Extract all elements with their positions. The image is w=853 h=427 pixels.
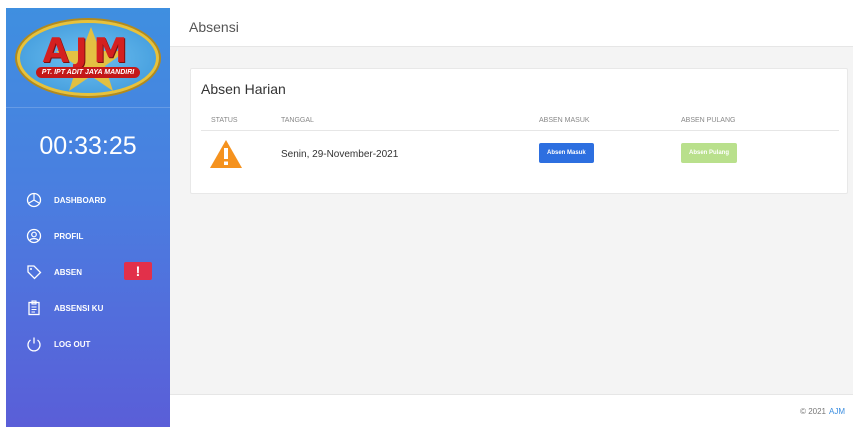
- page-title: Absensi: [189, 19, 239, 35]
- table-header: STATUS TANGGAL ABSEN MASUK ABSEN PULANG: [201, 117, 839, 131]
- clipboard-icon: [26, 300, 42, 316]
- sidebar-item-label: PROFIL: [54, 231, 84, 241]
- attendance-date: Senin, 29-November-2021: [281, 149, 399, 160]
- sidebar-item-absensi-ku[interactable]: ABSENSI KU: [6, 290, 170, 326]
- user-circle-icon: [26, 228, 42, 244]
- sidebar-item-label: LOG OUT: [54, 339, 91, 349]
- sidebar-menu: DASHBOARD PROFIL ABSEN ! ABSENSI KU LOG …: [6, 182, 170, 362]
- power-icon: [26, 336, 42, 352]
- content-area: Absen Harian STATUS TANGGAL ABSEN MASUK …: [170, 47, 853, 394]
- company-logo[interactable]: AJM PT. IPT ADIT JAYA MANDIRI: [17, 19, 159, 96]
- sidebar-item-dashboard[interactable]: DASHBOARD: [6, 182, 170, 218]
- sidebar-item-log-out[interactable]: LOG OUT: [6, 326, 170, 362]
- table-row: Senin, 29-November-2021 Absen Masuk Abse…: [201, 135, 839, 175]
- sidebar-item-profil[interactable]: PROFIL: [6, 218, 170, 254]
- footer: © 2021 AJM: [170, 394, 853, 427]
- column-header-absen-pulang: ABSEN PULANG: [681, 117, 736, 124]
- column-header-tanggal: TANGGAL: [281, 117, 314, 124]
- logo-tagline: PT. IPT ADIT JAYA MANDIRI: [35, 67, 141, 78]
- column-header-absen-masuk: ABSEN MASUK: [539, 117, 590, 124]
- warning-triangle-icon: [209, 139, 243, 174]
- dashboard-gauge-icon: [26, 192, 42, 208]
- logo-letters: AJM: [42, 31, 134, 71]
- top-bar: Absensi: [170, 8, 853, 47]
- sidebar-item-label: ABSENSI KU: [54, 303, 104, 313]
- attendance-card: Absen Harian STATUS TANGGAL ABSEN MASUK …: [190, 68, 848, 194]
- column-header-status: STATUS: [211, 117, 238, 124]
- absen-masuk-button[interactable]: Absen Masuk: [539, 143, 594, 163]
- footer-copyright: © 2021: [800, 406, 826, 416]
- tag-icon: [26, 264, 42, 280]
- sidebar-item-absen[interactable]: ABSEN !: [6, 254, 170, 290]
- sidebar-item-label: DASHBOARD: [54, 195, 106, 205]
- logo-area: AJM PT. IPT ADIT JAYA MANDIRI: [6, 8, 170, 108]
- card-title: Absen Harian: [201, 81, 286, 97]
- absen-pulang-button[interactable]: Absen Pulang: [681, 143, 738, 163]
- sidebar: AJM PT. IPT ADIT JAYA MANDIRI 00:33:25 D…: [6, 8, 170, 427]
- alert-badge: !: [124, 262, 152, 280]
- sidebar-item-label: ABSEN: [54, 267, 83, 277]
- clock-display: 00:33:25: [39, 132, 137, 160]
- footer-brand-link[interactable]: AJM: [829, 407, 845, 416]
